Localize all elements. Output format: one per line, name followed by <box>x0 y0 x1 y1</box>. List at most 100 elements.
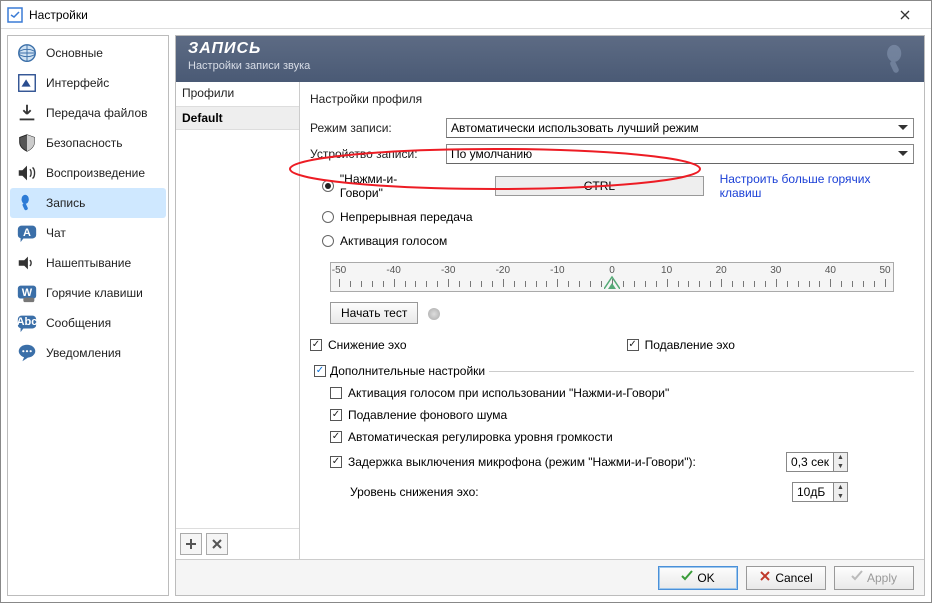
capture-device-dropdown[interactable]: По умолчанию <box>446 144 914 164</box>
ruler-minor-tick <box>426 281 427 287</box>
echo-reduce-checkbox-row: Снижение эхо <box>310 336 407 354</box>
sidebar-item-security[interactable]: Безопасность <box>10 128 166 158</box>
ruler-minor-tick <box>743 281 744 287</box>
echo-level-value: 10дБ <box>793 485 833 499</box>
sidebar-item-filetransfer[interactable]: Передача файлов <box>10 98 166 128</box>
main-panel: ЗАПИСЬ Настройки записи звука Профили De… <box>175 35 925 596</box>
denoise-checkbox[interactable] <box>330 409 342 421</box>
spinner-up-icon[interactable]: ▲ <box>833 483 847 492</box>
sidebar-item-label: Горячие клавиши <box>46 286 143 300</box>
test-row: Начать тест <box>330 302 914 324</box>
ok-button[interactable]: OK <box>658 566 738 590</box>
test-led-indicator <box>428 308 440 320</box>
add-profile-button[interactable] <box>180 533 202 555</box>
ruler-minor-tick <box>874 281 875 287</box>
ruler-minor-tick <box>809 281 810 287</box>
echo-reduce-checkbox[interactable] <box>310 339 322 351</box>
slider-handle-icon[interactable] <box>604 275 620 287</box>
start-test-button[interactable]: Начать тест <box>330 302 418 324</box>
remove-profile-button[interactable] <box>206 533 228 555</box>
ruler-tick-label: -10 <box>550 265 564 276</box>
ruler-minor-tick <box>798 281 799 287</box>
ruler-minor-tick <box>754 281 755 287</box>
cancel-button[interactable]: Cancel <box>746 566 826 590</box>
agc-row: Автоматическая регулировка уровня громко… <box>330 428 914 446</box>
capture-mode-label: Режим записи: <box>310 121 440 135</box>
ruler-minor-tick <box>863 281 864 287</box>
sidebar-item-messages[interactable]: Abc Сообщения <box>10 308 166 338</box>
ruler-tick-label: 50 <box>879 265 890 276</box>
sidebar-item-label: Основные <box>46 46 103 60</box>
sidebar-item-playback[interactable]: Воспроизведение <box>10 158 166 188</box>
continuous-radio[interactable] <box>322 211 334 223</box>
sidebar-item-chat[interactable]: A Чат <box>10 218 166 248</box>
download-icon <box>16 102 38 124</box>
globe-icon <box>16 42 38 64</box>
titlebar: Настройки <box>1 1 931 29</box>
sidebar-item-label: Сообщения <box>46 316 111 330</box>
spinner-down-icon[interactable]: ▼ <box>833 462 847 471</box>
additional-settings-content: Активация голосом при использовании "Наж… <box>310 384 914 504</box>
ruler-minor-tick <box>350 281 351 287</box>
spinner-down-icon[interactable]: ▼ <box>833 492 847 501</box>
additional-settings-checkbox[interactable] <box>314 365 326 377</box>
vad-row: Активация голосом <box>310 232 914 250</box>
sidebar-item-label: Чат <box>46 226 66 240</box>
sidebar-item-label: Передача файлов <box>46 106 148 120</box>
ruler-tick-label: 40 <box>825 265 836 276</box>
ruler-tick <box>448 279 449 287</box>
echo-cancel-checkbox[interactable] <box>627 339 639 351</box>
sidebar-item-general[interactable]: Основные <box>10 38 166 68</box>
additional-settings-legend: Дополнительные настройки <box>310 364 489 378</box>
profiles-column: Профили Default <box>176 82 300 559</box>
ruler-minor-tick <box>601 281 602 287</box>
ruler-minor-tick <box>514 281 515 287</box>
messages-abc-icon: Abc <box>16 312 38 334</box>
sidebar-item-whisper[interactable]: Нашептывание <box>10 248 166 278</box>
capture-mode-dropdown[interactable]: Автоматически использовать лучший режим <box>446 118 914 138</box>
sidebar-item-interface[interactable]: Интерфейс <box>10 68 166 98</box>
close-button[interactable] <box>885 1 925 28</box>
spinner-up-icon[interactable]: ▲ <box>833 453 847 462</box>
ruler-minor-tick <box>405 281 406 287</box>
agc-checkbox[interactable] <box>330 431 342 443</box>
ptt-hotkey-field[interactable]: CTRL <box>495 176 703 196</box>
check-icon <box>681 570 693 585</box>
microphone-icon <box>16 192 38 214</box>
ruler-minor-tick <box>568 281 569 287</box>
sidebar-item-hotkeys[interactable]: W Горячие клавиши <box>10 278 166 308</box>
additional-settings-fieldset: Дополнительные настройки Активация голос… <box>310 364 914 504</box>
capture-device-label: Устройство записи: <box>310 147 440 161</box>
apply-button[interactable]: Apply <box>834 566 914 590</box>
header-banner: ЗАПИСЬ Настройки записи звука <box>176 36 924 82</box>
page-subtitle: Настройки записи звука <box>188 60 912 72</box>
ruler-minor-tick <box>546 281 547 287</box>
continuous-row: Непрерывная передача <box>310 208 914 226</box>
sidebar-item-capture[interactable]: Запись <box>10 188 166 218</box>
sidebar-item-notifications[interactable]: Уведомления <box>10 338 166 368</box>
ptt-radio[interactable] <box>322 180 334 192</box>
more-hotkeys-link[interactable]: Настроить больше горячих клавиш <box>720 172 914 200</box>
capture-device-value: По умолчанию <box>451 147 532 161</box>
body: Основные Интерфейс Передача файлов Безоп… <box>1 29 931 602</box>
vad-level-slider[interactable]: -50-40-30-20-1001020304050 <box>330 262 894 292</box>
ptt-delay-row: Задержка выключения микрофона (режим "На… <box>330 450 914 474</box>
ruler-tick-label: -50 <box>332 265 346 276</box>
ruler-minor-tick <box>645 281 646 287</box>
ptt-delay-checkbox[interactable] <box>330 456 342 468</box>
vad-radio[interactable] <box>322 235 334 247</box>
sidebar-item-label: Запись <box>46 196 85 210</box>
ruler-tick-label: -20 <box>496 265 510 276</box>
vad-with-ptt-checkbox[interactable] <box>330 387 342 399</box>
ruler-minor-tick <box>699 281 700 287</box>
profile-item[interactable]: Default <box>176 107 299 130</box>
content: Профили Default Настройк <box>176 82 924 559</box>
ptt-delay-spinner[interactable]: 0,3 сек ▲ ▼ <box>786 452 848 472</box>
vad-radio-label: Активация голосом <box>340 234 447 248</box>
echo-reduce-label: Снижение эхо <box>328 338 407 352</box>
echo-level-spinner[interactable]: 10дБ ▲ ▼ <box>792 482 848 502</box>
profiles-list: Default <box>176 106 299 528</box>
ruler-minor-tick <box>415 281 416 287</box>
ruler-minor-tick <box>688 281 689 287</box>
chevron-down-icon <box>895 147 911 161</box>
